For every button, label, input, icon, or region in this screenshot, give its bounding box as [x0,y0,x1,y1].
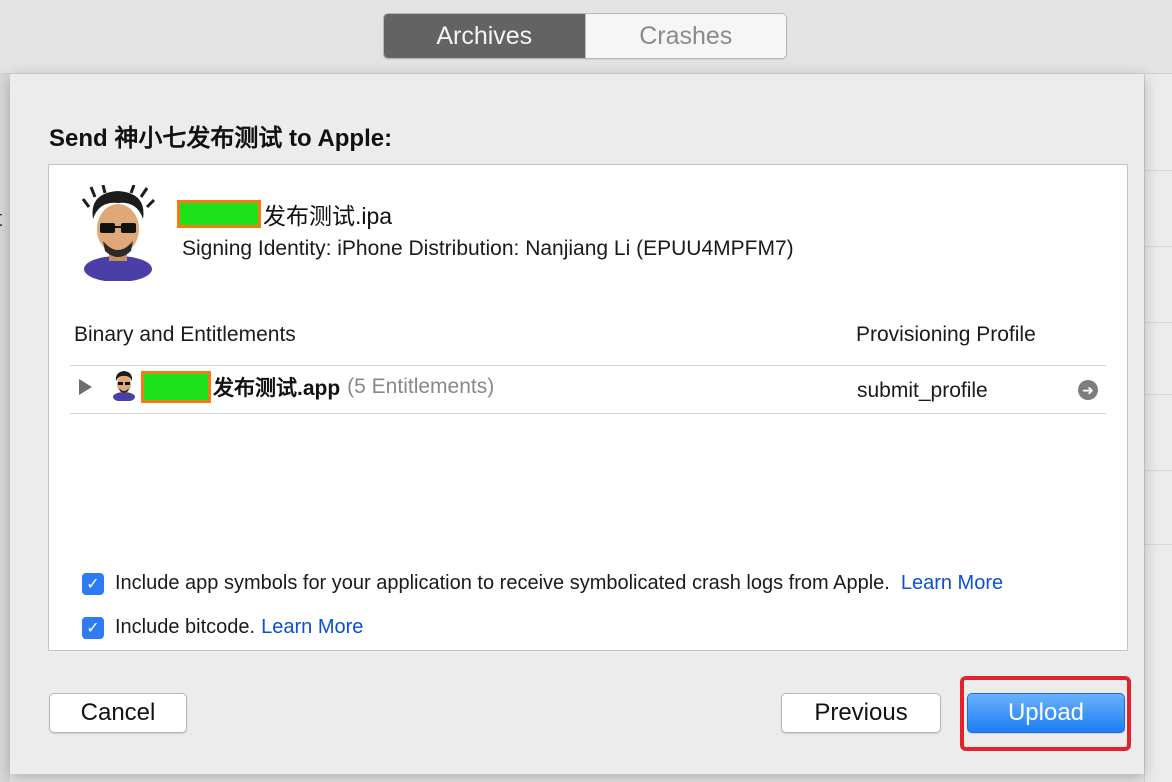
background-window-right [1144,74,1172,782]
column-header-binary: Binary and Entitlements [74,323,296,346]
bitcode-label: Include bitcode. [115,616,256,638]
symbols-checkbox[interactable]: ✓ [82,572,104,595]
symbols-learn-more-link[interactable]: Learn More [901,572,1003,595]
disclosure-triangle-icon[interactable] [79,379,92,395]
bitcode-checkbox[interactable]: ✓ [82,616,104,639]
redacted-name-block [177,200,261,228]
ipa-filename: 发布测试.ipa [263,203,393,229]
previous-button[interactable]: Previous [781,693,941,733]
symbols-option: ✓ Include app symbols for your applicati… [82,572,1003,595]
bitcode-option: ✓ Include bitcode. Learn More [82,616,363,639]
provisioning-profile-value: submit_profile [857,379,988,402]
upload-highlight-box [960,676,1131,751]
signing-identity: Signing Identity: iPhone Distribution: N… [182,237,794,260]
tab-archives[interactable]: Archives [384,14,585,58]
background-window-left: t [0,74,10,782]
cancel-button[interactable]: Cancel [49,693,187,733]
tab-crashes[interactable]: Crashes [584,14,786,58]
table-row-divider [70,413,1106,414]
bitcode-learn-more-link[interactable]: Learn More [261,616,363,639]
sheet-title: Send 神小七发布测试 to Apple: [49,125,393,152]
symbols-label: Include app symbols for your application… [115,572,890,594]
app-avatar-icon [81,185,156,281]
entitlements-count: (5 Entitlements) [347,375,495,398]
column-header-profile: Provisioning Profile [856,323,1036,346]
redacted-name-block [141,371,211,403]
table-row[interactable]: 发布测试.app (5 Entitlements) [141,369,494,405]
send-to-apple-sheet: Send 神小七发布测试 to Apple: 发布测试.ipa Signing … [10,74,1144,774]
table-header-divider [70,365,1106,366]
arrow-right-icon[interactable]: ➜ [1078,380,1098,400]
archives-crashes-segmented-control: Archives Crashes [383,13,787,59]
ipa-file-row: 发布测试.ipa [177,199,392,229]
background-text-fragment: t [0,206,2,232]
app-bundle-name: 发布测试.app [213,377,341,400]
app-avatar-small-icon [113,371,135,401]
summary-panel: 发布测试.ipa Signing Identity: iPhone Distri… [48,164,1128,651]
